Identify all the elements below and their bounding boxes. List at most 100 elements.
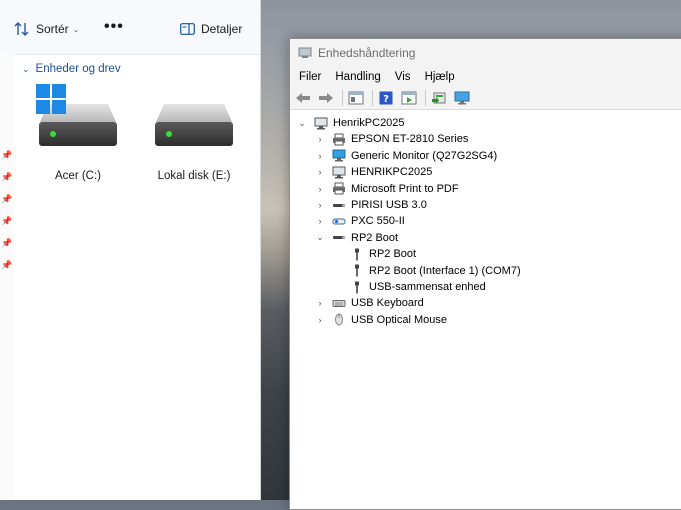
more-options-button[interactable]: •••: [104, 17, 124, 37]
tree-item-label: PIRISI USB 3.0: [351, 199, 427, 211]
usb-device-icon: [332, 231, 346, 244]
hard-drive-icon: [144, 82, 244, 154]
menu-help[interactable]: Hjælp: [425, 71, 455, 83]
group-header-label: Enheder og drev: [35, 63, 121, 75]
group-header-devices[interactable]: ⌄ Enheder og drev: [22, 63, 121, 75]
sort-icon: [14, 22, 29, 36]
sort-label: Sortér: [36, 22, 69, 36]
pin-icon[interactable]: 📌: [1, 194, 12, 205]
tree-child-item[interactable]: USB-sammensat enhed: [350, 279, 486, 295]
window-title: Enhedshåndtering: [318, 46, 416, 60]
tree-item-label: Generic Monitor (Q27G2SG4): [351, 149, 498, 162]
svg-text:?: ?: [383, 94, 389, 105]
computer-icon: [314, 117, 328, 130]
drive-e[interactable]: Lokal disk (E:): [144, 82, 244, 182]
tree-item-label: EPSON ET-2810 Series: [351, 133, 469, 146]
forward-button[interactable]: [316, 89, 336, 107]
toolbar-separator: [425, 90, 426, 106]
chevron-down-icon[interactable]: ⌄: [296, 118, 308, 129]
tree-item[interactable]: › Generic Monitor (Q27G2SG4): [314, 148, 497, 164]
menu-action[interactable]: Handling: [335, 71, 380, 83]
chevron-down-icon: ⌄: [72, 24, 80, 34]
drive-c[interactable]: Acer (C:): [28, 82, 128, 182]
tree-item[interactable]: › PXC 550-II: [314, 213, 405, 229]
tree-child-item[interactable]: RP2 Boot: [350, 246, 416, 262]
properties-icon: [401, 91, 417, 105]
chevron-right-icon[interactable]: ›: [314, 134, 326, 144]
sort-button[interactable]: Sortér ⌄: [14, 19, 79, 39]
chevron-right-icon[interactable]: ›: [314, 151, 326, 161]
more-icon: •••: [104, 18, 124, 35]
tree-root[interactable]: ⌄ HenrikPC2025: [296, 115, 405, 131]
tree-item[interactable]: › USB Keyboard: [314, 295, 424, 311]
usb-plug-icon: [350, 248, 364, 261]
windows-drive-icon: [28, 82, 128, 154]
keyboard-icon: [332, 297, 346, 310]
pin-icon[interactable]: 📌: [1, 260, 12, 271]
tree-item[interactable]: › EPSON ET-2810 Series: [314, 131, 468, 147]
pin-icon[interactable]: 📌: [1, 172, 12, 183]
tree-item-label: RP2 Boot: [351, 231, 399, 244]
tree-item[interactable]: › HENRIKPC2025: [314, 164, 432, 180]
tree-item[interactable]: › Microsoft Print to PDF: [314, 181, 459, 197]
device-manager-window: Enhedshåndtering Filer Handling Vis Hjæl…: [289, 38, 681, 510]
arrow-left-icon: [296, 93, 310, 103]
chevron-down-icon[interactable]: ⌄: [314, 232, 326, 243]
navigation-pane-edge: [0, 54, 14, 500]
pin-icon[interactable]: 📌: [1, 150, 12, 161]
toolbar-separator: [342, 90, 343, 106]
properties-button[interactable]: [399, 89, 419, 107]
chevron-right-icon[interactable]: ›: [314, 200, 326, 210]
tree-item-label: RP2 Boot (Interface 1) (COM7): [369, 264, 521, 277]
bluetooth-device-icon: [332, 215, 346, 228]
mouse-icon: [332, 313, 346, 326]
console-tree-icon: [348, 91, 364, 105]
back-button[interactable]: [293, 89, 313, 107]
help-button[interactable]: ?: [376, 89, 396, 107]
scan-for-hardware-button[interactable]: [452, 89, 472, 107]
pin-icon[interactable]: 📌: [1, 238, 12, 249]
explorer-toolbar: Sortér ⌄ ••• Detaljer: [0, 0, 260, 55]
menu-file[interactable]: Filer: [299, 71, 321, 83]
chevron-right-icon[interactable]: ›: [314, 216, 326, 226]
drive-label: Lokal disk (E:): [157, 170, 231, 182]
usb-plug-icon: [350, 281, 364, 294]
tree-item-label: USB Optical Mouse: [351, 313, 447, 326]
usb-device-icon: [332, 199, 346, 212]
tree-item-label: HenrikPC2025: [333, 117, 405, 129]
tree-item-label: Microsoft Print to PDF: [351, 182, 459, 195]
show-hide-console-tree-button[interactable]: [346, 89, 366, 107]
chevron-right-icon[interactable]: ›: [314, 167, 326, 177]
chevron-right-icon[interactable]: ›: [314, 184, 326, 194]
file-explorer-window: Sortér ⌄ ••• Detaljer 📌 📌 📌 📌 📌 📌 ⌄ Enhe…: [0, 0, 261, 500]
details-pane-icon: [180, 23, 195, 35]
tree-item[interactable]: ⌄ RP2 Boot: [314, 230, 398, 246]
tree-item-label: USB-sammensat enhed: [369, 281, 486, 293]
chevron-right-icon[interactable]: ›: [314, 315, 326, 325]
tree-item[interactable]: › USB Optical Mouse: [314, 312, 447, 328]
tree-child-item[interactable]: RP2 Boot (Interface 1) (COM7): [350, 263, 521, 279]
toolbar: ?: [290, 87, 681, 110]
title-bar[interactable]: Enhedshåndtering: [290, 39, 681, 67]
details-label: Detaljer: [201, 22, 243, 36]
device-manager-icon: [298, 47, 312, 58]
pin-icon[interactable]: 📌: [1, 216, 12, 227]
tree-item-label: PXC 550-II: [351, 215, 405, 228]
drive-label: Acer (C:): [55, 170, 101, 182]
arrow-right-icon: [319, 93, 333, 103]
printer-icon: [332, 182, 346, 195]
tree-item-label: USB Keyboard: [351, 297, 424, 310]
chevron-right-icon[interactable]: ›: [314, 298, 326, 308]
monitor-scan-icon: [454, 91, 470, 105]
computer-icon: [332, 166, 346, 179]
tree-item[interactable]: › PIRISI USB 3.0: [314, 197, 427, 213]
toolbar-separator: [372, 90, 373, 106]
details-pane-button[interactable]: Detaljer: [180, 19, 242, 39]
tree-item-label: HENRIKPC2025: [351, 166, 433, 179]
update-driver-button[interactable]: [429, 89, 449, 107]
chevron-down-icon: ⌄: [22, 63, 30, 74]
usb-plug-icon: [350, 264, 364, 277]
printer-icon: [332, 133, 346, 146]
monitor-icon: [332, 149, 346, 162]
menu-view[interactable]: Vis: [395, 71, 411, 83]
